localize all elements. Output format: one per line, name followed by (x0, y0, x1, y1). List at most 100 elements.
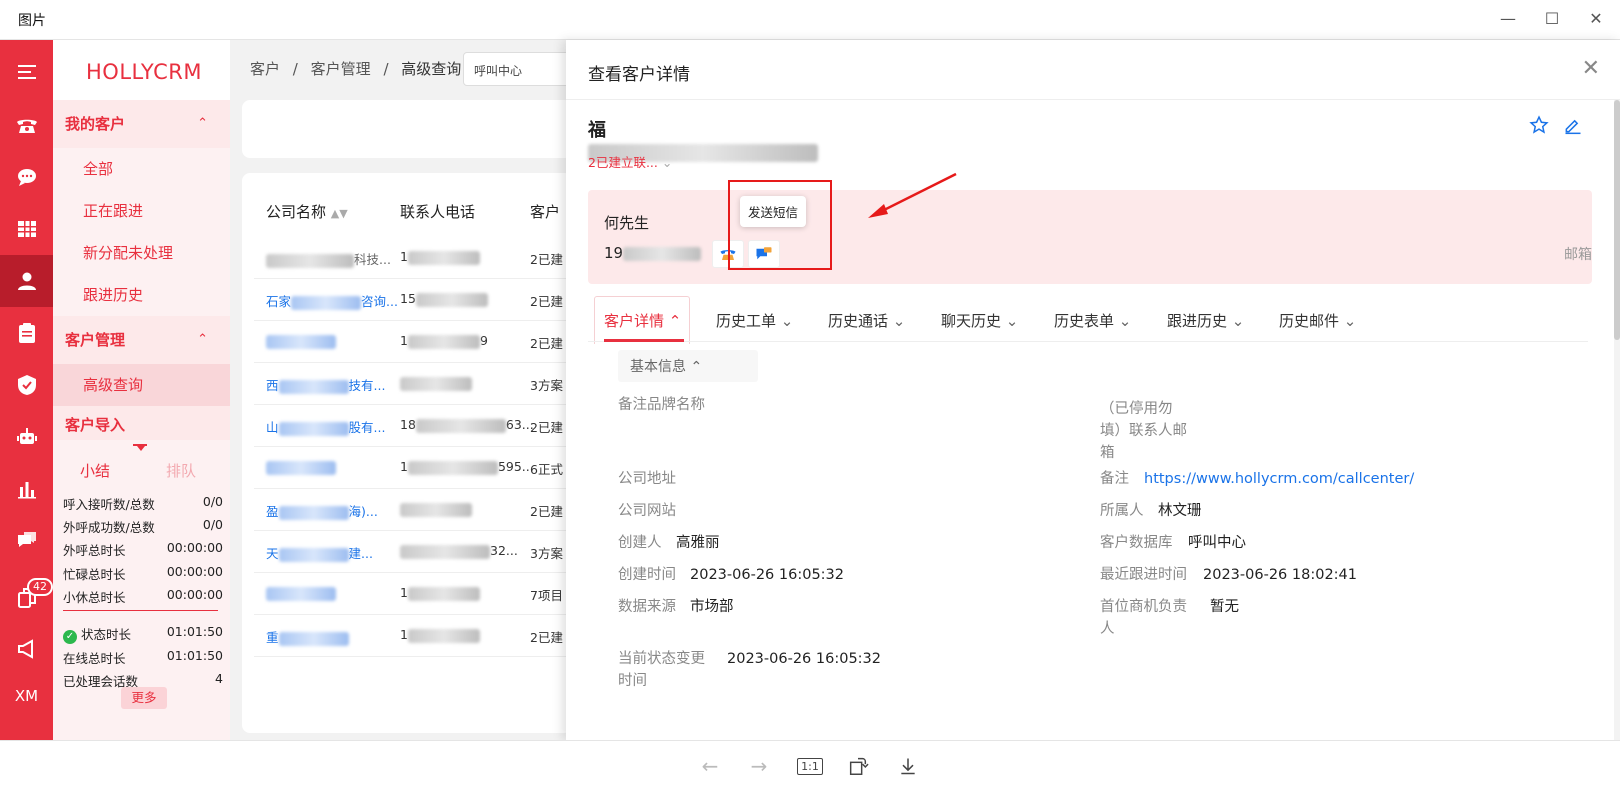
section-my-customers[interactable]: 我的客户 ⌃ (53, 100, 230, 148)
table-row[interactable]: 科技... 1 2已建 (254, 237, 574, 279)
stat-value: 00:00:00 (166, 540, 223, 555)
table-row[interactable]: 盈 海)... 2已建 (254, 489, 574, 531)
stat-row: 外呼总时长 00:00:00 (63, 540, 223, 559)
field-value-note-link[interactable]: https://www.hollycrm.com/callcenter/ (1144, 468, 1414, 490)
stat-row: ✓ 状态时长 01:01:50 (63, 624, 223, 644)
cell-company[interactable]: 天 建... (266, 543, 373, 562)
cell-company[interactable]: 盈 海)... (266, 501, 378, 520)
actual-size-button[interactable]: 1:1 (796, 753, 824, 779)
chat-icon[interactable] (0, 151, 53, 203)
table-row[interactable]: 石家 咨询... 15 2已建 (254, 279, 574, 321)
star-icon[interactable] (1529, 115, 1549, 139)
arrow-right-icon[interactable]: → (745, 753, 773, 779)
table-row[interactable]: 天 建... 32... 3方案 (254, 531, 574, 573)
table-row[interactable]: 山 股有... 18 63... 2已建 (254, 405, 574, 447)
app-logo: HOLLYCRM (86, 60, 202, 84)
table-row[interactable]: 1 7项目 (254, 573, 574, 615)
field-label: 数据来源 (618, 599, 676, 615)
breadcrumb-item[interactable]: 高级查询 (401, 60, 461, 78)
tab-history-emails[interactable]: 历史邮件 ⌄ (1279, 310, 1356, 331)
clipboard-icon[interactable] (0, 307, 53, 359)
callcenter-select[interactable]: 呼叫中心 (463, 52, 583, 86)
column-header-phone[interactable]: 联系人电话 (400, 201, 475, 222)
phone-icon[interactable] (0, 99, 53, 151)
shield-icon[interactable] (0, 359, 53, 411)
table-row[interactable]: 西 技有... 3方案 (254, 363, 574, 405)
column-header-status[interactable]: 客户 (530, 201, 560, 222)
redacted-text (266, 586, 336, 601)
minimize-button[interactable]: — (1492, 6, 1524, 32)
section-title: 基本信息 (630, 359, 686, 375)
redacted-text (407, 586, 480, 601)
actual-size-label: 1:1 (797, 757, 823, 775)
robot-icon[interactable] (0, 411, 53, 463)
section-customer-mgmt[interactable]: 客户管理 ⌃ (53, 316, 230, 364)
cell-company[interactable] (266, 585, 336, 601)
menu-item-following[interactable]: 正在跟进 (53, 190, 230, 232)
cell-company[interactable]: 石家 咨询... (266, 291, 398, 310)
tab-follow-history[interactable]: 跟进历史 ⌄ (1167, 310, 1244, 331)
menu-item-all[interactable]: 全部 (53, 148, 230, 190)
section-customer-import[interactable]: 客户导入 (53, 406, 230, 444)
field-label-cont: 填）联系人邮 (1100, 423, 1187, 439)
menu-item-advanced-query[interactable]: 高级查询 (53, 364, 230, 406)
tab-summary[interactable]: 小结 (80, 460, 110, 481)
stat-label: 外呼成功数/总数 (63, 520, 155, 535)
column-header-company[interactable]: 公司名称 ▲▼ (266, 201, 348, 222)
tab-history-tickets[interactable]: 历史工单 ⌄ (716, 310, 793, 331)
tab-chat-history[interactable]: 聊天历史 ⌄ (941, 310, 1018, 331)
rotate-icon[interactable] (844, 753, 872, 779)
redacted-text (407, 250, 480, 265)
cell-company[interactable]: 重 (266, 627, 349, 646)
cell-company[interactable]: 山 股有... (266, 417, 385, 436)
cell-status: 2已建 (530, 336, 563, 351)
sort-icon[interactable]: ▲▼ (331, 207, 348, 220)
grid-icon[interactable] (0, 203, 53, 255)
breadcrumb-item[interactable]: 客户管理 (311, 60, 371, 78)
tab-history-forms[interactable]: 历史表单 ⌄ (1054, 310, 1131, 331)
cell-company[interactable]: 西 技有... (266, 375, 385, 394)
scrollbar-thumb[interactable] (1614, 100, 1620, 340)
section-basic-info[interactable]: 基本信息 ⌃ (618, 350, 758, 382)
stat-label: 在线总时长 (63, 651, 126, 666)
breadcrumb-item[interactable]: 客户 (250, 60, 280, 78)
tab-label: 历史通话 (828, 312, 889, 330)
section-label: 客户管理 (65, 331, 126, 349)
table-row[interactable]: 1 595... 6正式 (254, 447, 574, 489)
cell-phone-suffix: 595... (497, 459, 534, 474)
message-icon[interactable] (0, 515, 53, 567)
edit-icon[interactable] (1563, 115, 1583, 139)
maximize-button[interactable]: ☐ (1536, 6, 1568, 32)
menu-item-new-assigned[interactable]: 新分配未处理 (53, 232, 230, 274)
user-icon[interactable] (0, 255, 53, 307)
menu-icon[interactable] (0, 46, 53, 98)
xm-icon[interactable]: XM (0, 670, 53, 722)
cell-company[interactable]: 科技... (266, 249, 391, 268)
arrow-left-icon[interactable]: ← (696, 753, 724, 779)
close-window-button[interactable]: ✕ (1580, 6, 1612, 32)
menu-item-history[interactable]: 跟进历史 (53, 274, 230, 316)
copy-icon[interactable]: 42 (0, 572, 53, 624)
more-button[interactable]: 更多 (121, 687, 167, 709)
table-row[interactable]: 1 9 2已建 (254, 321, 574, 363)
tab-label: 历史工单 (716, 312, 777, 330)
tab-queue[interactable]: 排队 (166, 460, 196, 481)
stat-value: 00:00:00 (166, 587, 223, 602)
tab-history-calls[interactable]: 历史通话 ⌄ (828, 310, 905, 331)
cell-company[interactable] (266, 459, 336, 475)
download-icon[interactable] (894, 753, 922, 779)
close-icon[interactable]: ✕ (1582, 56, 1600, 81)
image-viewer-toolbar: ← → 1:1 (0, 740, 1620, 790)
megaphone-icon[interactable] (0, 623, 53, 675)
cell-company-text: 石家 (266, 294, 292, 309)
stat-row: 外呼成功数/总数 0/0 (63, 517, 223, 536)
cell-phone-text: 1 (400, 459, 408, 474)
cell-company[interactable] (266, 333, 336, 349)
drawer-title: 查看客户详情 (588, 65, 690, 85)
chart-icon[interactable] (0, 463, 53, 515)
table-row[interactable]: 重 1 2已建 (254, 615, 574, 657)
tab-customer-detail[interactable]: 客户详情 ⌃ (604, 310, 681, 331)
redacted-text (278, 421, 349, 436)
field-label: 备注品牌名称 (618, 397, 705, 413)
status-dropdown[interactable]: 2已建立联... ⌄ (588, 152, 672, 171)
